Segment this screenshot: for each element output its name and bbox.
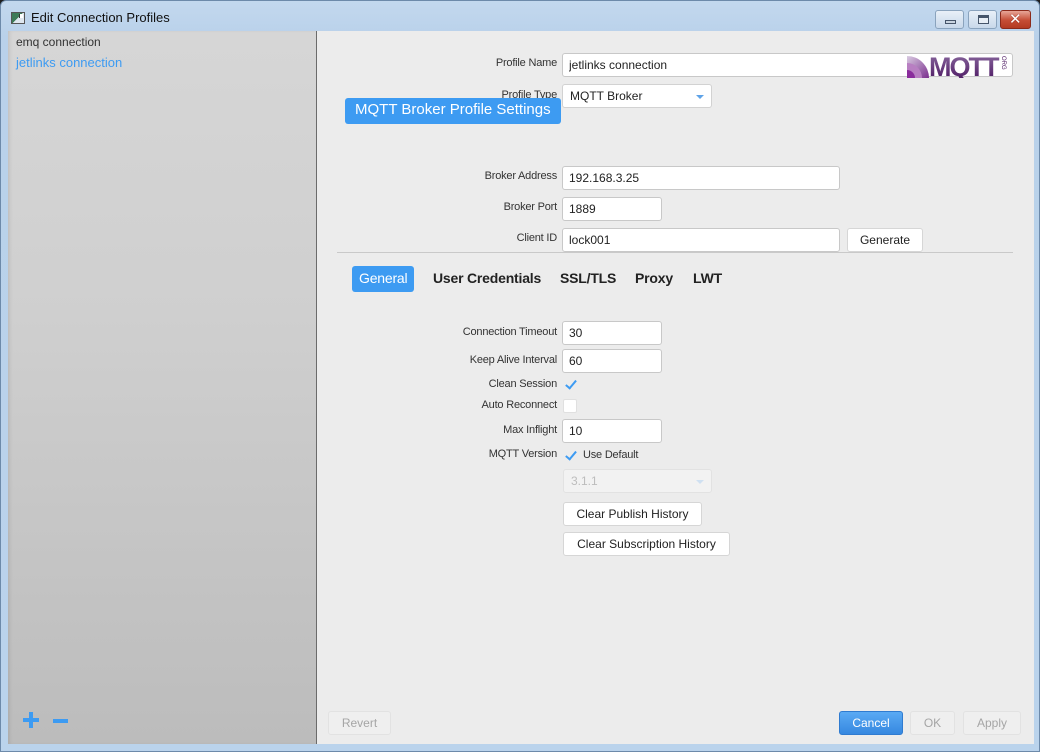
clean-session-checkbox[interactable] xyxy=(563,377,577,391)
max-inflight-input[interactable] xyxy=(562,419,662,443)
section-divider xyxy=(337,252,1013,253)
clean-session-label: Clean Session xyxy=(488,378,558,390)
auto-reconnect-checkbox[interactable] xyxy=(563,399,577,413)
profile-name-label: Profile Name xyxy=(495,57,557,69)
tab-lwt[interactable]: LWT xyxy=(686,266,729,292)
edit-connection-profiles-window: Edit Connection Profiles ✕ emq connectio… xyxy=(0,0,1040,752)
chevron-down-icon xyxy=(696,480,704,484)
tab-user-credentials[interactable]: User Credentials xyxy=(426,266,548,292)
keep-alive-label: Keep Alive Interval xyxy=(469,354,558,366)
mqtt-version-label: MQTT Version xyxy=(488,448,558,460)
mqtt-version-value: 3.1.1 xyxy=(571,474,598,488)
ok-button[interactable]: OK xyxy=(910,711,955,735)
max-inflight-label: Max Inflight xyxy=(503,424,557,436)
title-bar[interactable]: Edit Connection Profiles ✕ xyxy=(1,1,1039,31)
connection-timeout-label: Connection Timeout xyxy=(462,326,557,338)
apply-button[interactable]: Apply xyxy=(963,711,1021,735)
broker-port-label: Broker Port xyxy=(503,201,558,213)
use-default-label: Use Default xyxy=(583,449,639,461)
profiles-sidebar: emq connection jetlinks connection xyxy=(8,31,317,744)
cancel-button[interactable]: Cancel xyxy=(839,711,903,735)
client-id-label: Client ID xyxy=(516,232,558,244)
connection-timeout-input[interactable] xyxy=(562,321,662,345)
keep-alive-input[interactable] xyxy=(562,349,662,373)
tab-proxy[interactable]: Proxy xyxy=(628,266,680,292)
tab-general[interactable]: General xyxy=(352,266,415,292)
broker-address-label: Broker Address xyxy=(484,170,558,182)
mqtt-logo-suffix: ORG xyxy=(1000,56,1006,70)
broker-port-input[interactable] xyxy=(562,197,662,221)
close-icon: ✕ xyxy=(1009,10,1022,28)
minimize-icon xyxy=(945,20,956,24)
clear-subscription-history-button[interactable]: Clear Subscription History xyxy=(563,532,730,556)
maximize-button[interactable] xyxy=(968,10,997,29)
auto-reconnect-label: Auto Reconnect xyxy=(481,399,558,411)
app-icon xyxy=(11,12,25,24)
profile-list-item-selected[interactable]: jetlinks connection xyxy=(16,55,122,70)
remove-profile-button[interactable] xyxy=(53,711,69,729)
broker-settings-header: MQTT Broker Profile Settings xyxy=(345,98,561,124)
profile-type-select[interactable]: MQTT Broker xyxy=(562,84,712,108)
chevron-down-icon xyxy=(696,95,704,99)
maximize-icon xyxy=(978,15,989,24)
revert-button[interactable]: Revert xyxy=(328,711,391,735)
minimize-button[interactable] xyxy=(935,10,964,29)
window-title: Edit Connection Profiles xyxy=(31,10,170,25)
client-id-input[interactable] xyxy=(562,228,840,252)
mqtt-version-select: 3.1.1 xyxy=(563,469,712,493)
profile-type-value: MQTT Broker xyxy=(570,89,643,103)
broker-address-input[interactable] xyxy=(562,166,840,190)
tab-ssl-tls[interactable]: SSL/TLS xyxy=(553,266,623,292)
profile-list-item[interactable]: emq connection xyxy=(16,35,101,49)
add-profile-button[interactable] xyxy=(22,711,40,729)
close-button[interactable]: ✕ xyxy=(1000,10,1031,29)
mqtt-logo-text: MQTT xyxy=(929,52,1000,78)
mqtt-logo: MQTT ORG xyxy=(907,52,1006,78)
clear-publish-history-button[interactable]: Clear Publish History xyxy=(563,502,702,526)
use-default-checkbox[interactable] xyxy=(563,448,577,462)
generate-client-id-button[interactable]: Generate xyxy=(847,228,923,252)
